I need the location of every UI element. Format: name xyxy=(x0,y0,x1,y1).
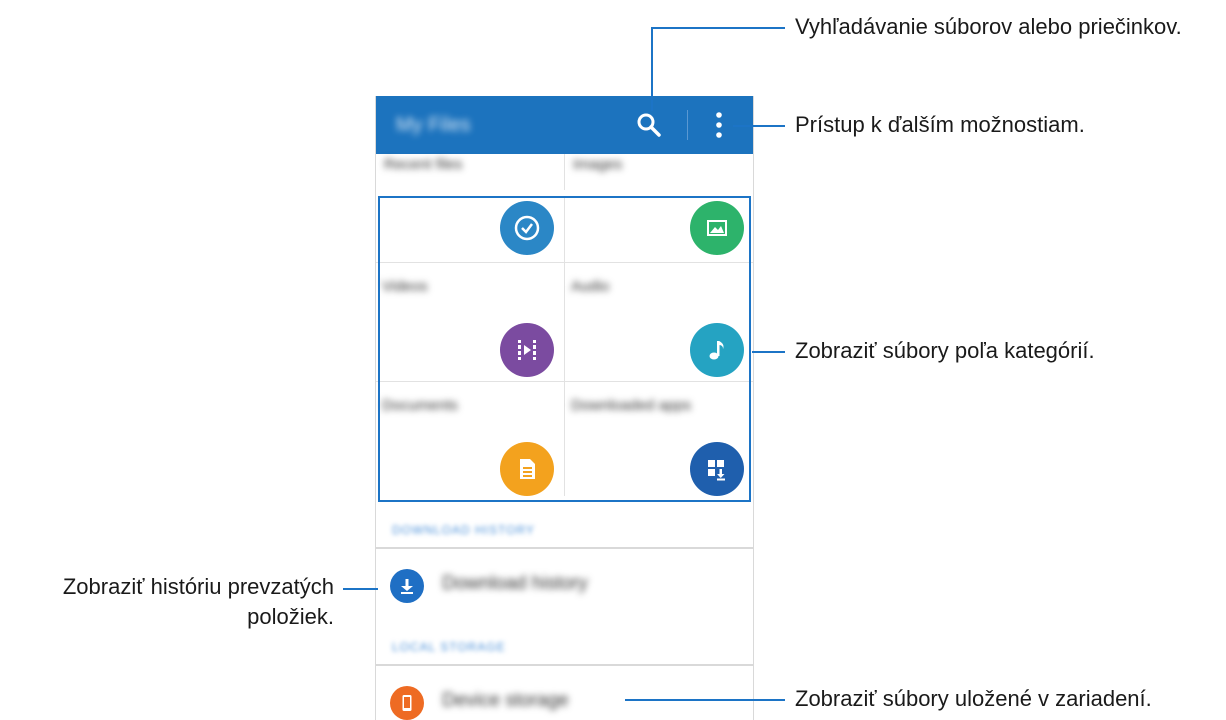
shortcut-recent[interactable]: Recent files xyxy=(376,154,565,190)
shortcut-recent-label: Recent files xyxy=(384,156,463,173)
more-options-icon[interactable] xyxy=(712,110,726,140)
search-callout-line-h xyxy=(651,27,785,29)
annotation-categories: Zobraziť súbory poľa kategórií. xyxy=(795,338,1095,363)
download-history-label: Download history xyxy=(442,573,588,594)
device-callout-line xyxy=(625,699,785,701)
annotation-download-history-line2: položiek. xyxy=(247,604,334,629)
download-callout-line xyxy=(343,588,378,590)
search-icon[interactable] xyxy=(634,110,664,140)
annotation-download-history: Zobraziť históriu prevzatých položiek. xyxy=(8,572,334,632)
shortcut-images[interactable]: Images xyxy=(565,154,753,190)
annotation-device-storage: Zobraziť súbory uložené v zariadení. xyxy=(795,686,1152,711)
device-storage-row[interactable]: Device storage xyxy=(376,666,753,720)
app-bar: My Files xyxy=(376,96,753,154)
download-section-header-text: DOWNLOAD HISTORY xyxy=(392,523,535,537)
shortcut-row: Recent files Images xyxy=(376,154,753,190)
local-storage-header-text: LOCAL STORAGE xyxy=(392,640,506,654)
download-icon xyxy=(390,569,424,603)
more-callout-line xyxy=(733,125,785,127)
device-storage-label: Device storage xyxy=(442,690,569,711)
local-storage-header: LOCAL STORAGE xyxy=(376,626,753,666)
download-history-row[interactable]: Download history xyxy=(376,549,753,621)
annotation-download-history-line1: Zobraziť históriu prevzatých xyxy=(62,574,334,599)
app-bar-divider xyxy=(687,110,688,140)
categories-callout-line xyxy=(752,351,785,353)
shortcut-images-label: Images xyxy=(573,156,623,173)
annotation-more: Prístup k ďalším možnostiam. xyxy=(795,112,1085,137)
download-section-header: DOWNLOAD HISTORY xyxy=(376,509,753,549)
search-callout-line xyxy=(651,27,653,111)
categories-highlight xyxy=(378,196,751,502)
app-title: My Files xyxy=(396,114,471,136)
phone-icon xyxy=(390,686,424,720)
annotation-search: Vyhľadávanie súborov alebo priečinkov. xyxy=(795,14,1182,39)
